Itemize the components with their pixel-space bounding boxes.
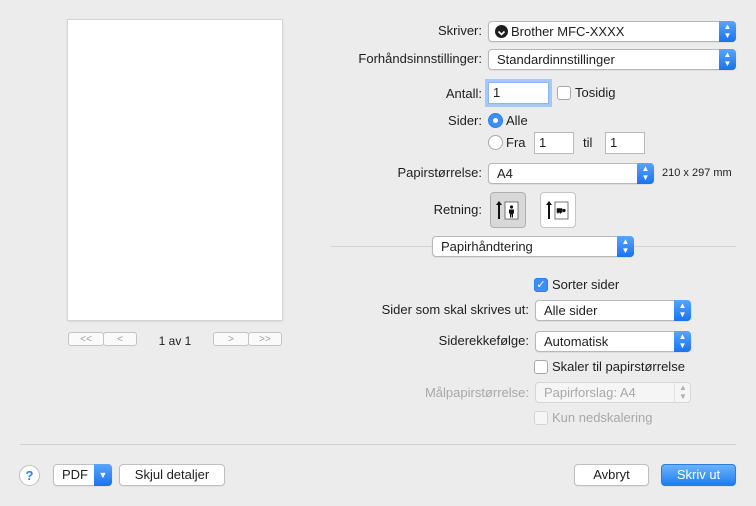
print-button[interactable]: Skriv ut (661, 464, 736, 486)
printer-popup[interactable]: Brother MFC-XXXX ▲ ▼ (488, 21, 736, 42)
presets-popup[interactable]: Standardinnstillinger ▲ ▼ (488, 49, 736, 70)
pages-to-field[interactable]: 1 (605, 132, 645, 154)
chevron-down-icon: ▼ (94, 464, 112, 486)
pdf-menu-button[interactable]: PDF ▼ (53, 464, 112, 486)
collate-label: Sorter sider (552, 277, 620, 292)
cancel-button[interactable]: Avbryt (574, 464, 649, 486)
hide-details-button[interactable]: Skjul detaljer (119, 464, 225, 486)
destination-paper-label: Målpapirstørrelse: (424, 385, 529, 400)
pages-to-print-value: Alle sider (544, 303, 598, 318)
paper-size-value: A4 (497, 166, 513, 181)
presets-label: Forhåndsinnstillinger: (358, 51, 482, 66)
section-popup[interactable]: Papirhåndtering ▲ ▼ (432, 236, 634, 257)
landscape-orientation-button[interactable] (540, 192, 576, 228)
copies-field[interactable]: 1 (488, 82, 549, 104)
scale-to-paper-label: Skaler til papirstørrelse (552, 359, 685, 374)
footer-separator (20, 444, 736, 445)
portrait-orientation-button[interactable] (490, 192, 526, 228)
pages-all-label: Alle (506, 113, 528, 128)
popup-arrows-icon: ▲ ▼ (617, 236, 634, 257)
paper-dimensions: 210 x 297 mm (662, 167, 732, 179)
portrait-icon (496, 201, 519, 220)
help-button[interactable]: ? (19, 465, 40, 486)
scale-down-only-label: Kun nedskalering (552, 410, 653, 425)
two-sided-label: Tosidig (575, 85, 616, 100)
presets-value: Standardinnstillinger (497, 52, 615, 67)
popup-arrows-icon: ▲ ▼ (674, 382, 691, 403)
printer-value: Brother MFC-XXXX (511, 24, 625, 39)
printer-label: Skriver: (437, 23, 482, 38)
page-order-value: Automatisk (544, 334, 609, 349)
scale-to-paper-checkbox[interactable] (534, 360, 548, 374)
pages-to-label: til (583, 135, 593, 150)
two-sided-checkbox[interactable] (557, 86, 571, 100)
pages-to-print-popup[interactable]: Alle sider ▲ ▼ (535, 300, 691, 321)
popup-arrows-icon: ▲ ▼ (719, 49, 736, 70)
destination-paper-popup: Papirforslag: A4 ▲ ▼ (535, 382, 691, 403)
landscape-icon (546, 201, 569, 220)
pages-from-field[interactable]: 1 (534, 132, 574, 154)
section-value: Papirhåndtering (441, 239, 533, 254)
last-page-button[interactable]: >> (248, 332, 282, 346)
destination-paper-value: Papirforslag: A4 (544, 385, 636, 400)
popup-arrows-icon: ▲ ▼ (719, 21, 736, 42)
page-order-label: Siderekkefølge: (438, 333, 529, 348)
popup-arrows-icon: ▲ ▼ (674, 300, 691, 321)
copies-label: Antall: (445, 86, 482, 101)
pages-to-print-label: Sider som skal skrives ut: (381, 302, 529, 317)
orientation-label: Retning: (433, 202, 482, 217)
popup-arrows-icon: ▲ ▼ (637, 163, 654, 184)
first-page-button[interactable]: << (68, 332, 104, 346)
pages-from-label: Fra (506, 135, 526, 150)
previous-page-button[interactable]: < (103, 332, 137, 346)
pdf-label: PDF (62, 467, 88, 482)
pages-label: Sider: (448, 113, 482, 128)
paper-size-label: Papirstørrelse: (397, 165, 482, 180)
pages-from-radio[interactable] (488, 135, 503, 150)
scale-down-only-checkbox (534, 411, 548, 425)
pages-all-radio[interactable] (488, 113, 503, 128)
page-order-popup[interactable]: Automatisk ▲ ▼ (535, 331, 691, 352)
paper-size-popup[interactable]: A4 ▲ ▼ (488, 163, 654, 184)
popup-arrows-icon: ▲ ▼ (674, 331, 691, 352)
print-preview-page (68, 20, 282, 320)
next-page-button[interactable]: > (213, 332, 249, 346)
printer-status-icon (495, 25, 508, 38)
page-count: 1 av 1 (158, 334, 192, 348)
collate-checkbox[interactable]: ✓ (534, 278, 548, 292)
